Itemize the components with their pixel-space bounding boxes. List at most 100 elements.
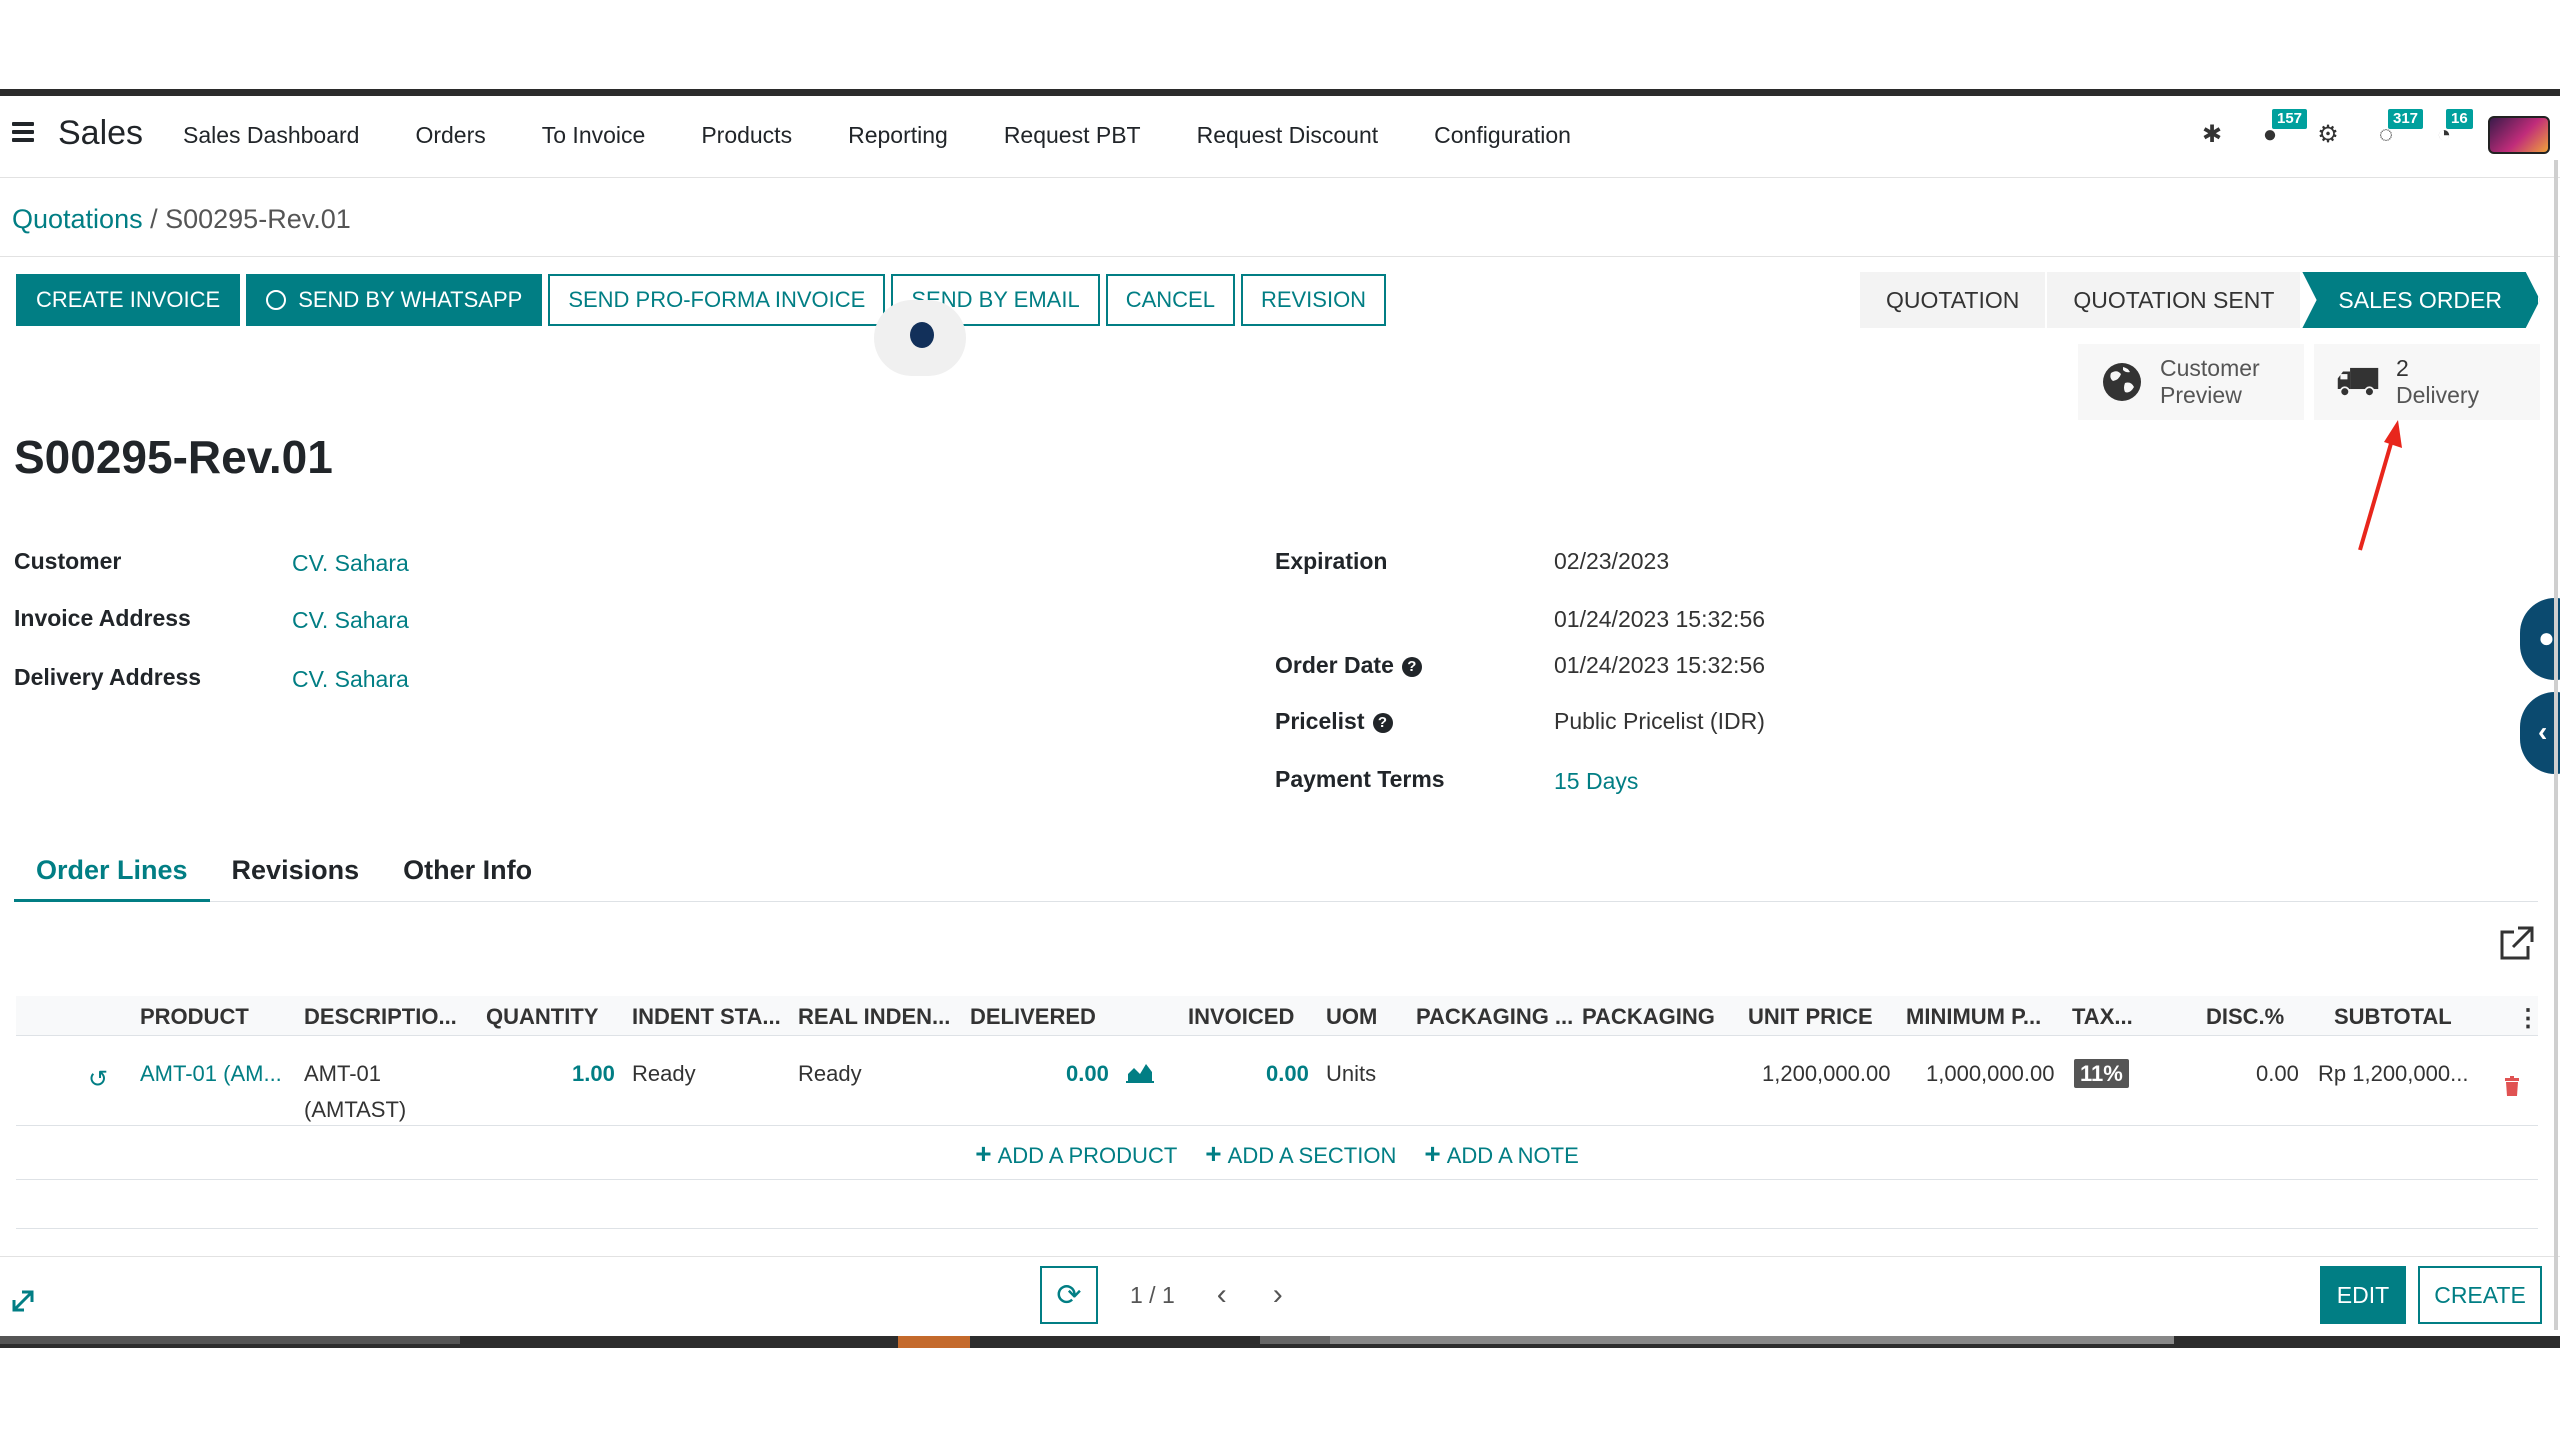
- help-icon[interactable]: ?: [1401, 657, 1422, 677]
- breadcrumb-quotations[interactable]: Quotations: [12, 204, 143, 234]
- menu-request-discount[interactable]: Request Discount: [1197, 122, 1379, 149]
- col-indent-status[interactable]: INDENT STA...: [632, 1004, 781, 1030]
- plus-icon: +: [1205, 1137, 1222, 1169]
- revision-button[interactable]: REVISION: [1240, 274, 1387, 326]
- clock-icon[interactable]: ◔ 16: [2430, 109, 2473, 149]
- truck-icon: [2336, 360, 2380, 404]
- col-delivered[interactable]: DELIVERED: [970, 1004, 1096, 1030]
- chevron-left-icon[interactable]: ‹: [1217, 1278, 1227, 1312]
- row-quantity[interactable]: 1.00: [572, 1056, 615, 1092]
- window-top-bar: [0, 89, 2560, 96]
- optional-columns-icon[interactable]: ⋮: [2516, 1004, 2540, 1033]
- expand-icon[interactable]: [8, 1286, 38, 1316]
- taskbar-segment: [1260, 1336, 1330, 1344]
- tab-other-info[interactable]: Other Info: [381, 850, 554, 902]
- taskbar-segment: [898, 1336, 970, 1348]
- help-icon[interactable]: ?: [1372, 713, 1393, 733]
- table-row[interactable]: ↺ AMT-01 (AM... AMT-01 (AMTAST) 1.00 Read…: [16, 1038, 2538, 1126]
- edit-button[interactable]: EDIT: [2320, 1266, 2406, 1324]
- col-invoiced[interactable]: INVOICED: [1188, 1004, 1294, 1030]
- send-by-whatsapp-label: SEND BY WHATSAPP: [298, 287, 523, 312]
- col-uom[interactable]: UOM: [1326, 1004, 1377, 1030]
- delivery-label: Delivery: [2396, 382, 2480, 408]
- pager-value[interactable]: 1 / 1: [1130, 1282, 1175, 1309]
- col-discount[interactable]: DISC.%: [2206, 1004, 2284, 1030]
- expiration-value[interactable]: 02/23/2023: [1554, 548, 1669, 575]
- menu-orders[interactable]: Orders: [415, 122, 485, 149]
- add-a-product-link[interactable]: + ADD A PRODUCT: [975, 1138, 1177, 1170]
- customer-label: Customer: [14, 548, 122, 574]
- col-minimum-price[interactable]: MINIMUM P...: [1906, 1004, 2041, 1030]
- globe-icon: [2100, 360, 2144, 404]
- menu-configuration[interactable]: Configuration: [1434, 122, 1571, 149]
- col-description[interactable]: DESCRIPTIO...: [304, 1004, 457, 1030]
- invoice-address-value[interactable]: CV. Sahara: [292, 607, 409, 634]
- systray: ✱ ● 157 ⚙ ◌ 317 ◔ 16: [2198, 109, 2550, 158]
- row-indent-status: Ready: [632, 1061, 696, 1086]
- chevron-left-icon: ‹: [2538, 716, 2548, 747]
- customer-preview-line1: Customer: [2160, 355, 2260, 381]
- revision-history-icon[interactable]: ↺: [88, 1062, 108, 1098]
- menu-to-invoice[interactable]: To Invoice: [542, 122, 646, 149]
- row-tax[interactable]: 11%: [2074, 1056, 2129, 1092]
- row-discount[interactable]: 0.00: [2256, 1056, 2299, 1092]
- hamburger-menu-icon[interactable]: [12, 122, 34, 142]
- row-minimum-price: 1,000,000.00: [1926, 1061, 2055, 1086]
- payment-terms-label: Payment Terms: [1275, 766, 1445, 792]
- row-unit-price[interactable]: 1,200,000.00: [1762, 1056, 1890, 1092]
- customer-preview-button[interactable]: Customer Preview: [2078, 344, 2304, 420]
- stage-quotation-sent[interactable]: QUOTATION SENT: [2047, 272, 2303, 328]
- col-quantity[interactable]: QUANTITY: [486, 1004, 598, 1030]
- cursor-dot: [910, 322, 934, 348]
- menu-request-pbt[interactable]: Request PBT: [1004, 122, 1141, 149]
- row-description-line1: AMT-01: [304, 1061, 382, 1086]
- tab-revisions[interactable]: Revisions: [210, 850, 382, 902]
- menu-products[interactable]: Products: [701, 122, 792, 149]
- app-name[interactable]: Sales: [58, 114, 143, 153]
- col-unit-price[interactable]: UNIT PRICE: [1748, 1004, 1873, 1030]
- col-packaging-qty[interactable]: PACKAGING ...: [1416, 1004, 1573, 1030]
- menu-reporting[interactable]: Reporting: [848, 122, 948, 149]
- tab-order-lines[interactable]: Order Lines: [14, 850, 210, 902]
- chat-icon[interactable]: ● 157: [2256, 109, 2308, 149]
- col-real-indent[interactable]: REAL INDEN...: [798, 1004, 950, 1030]
- pricelist-value[interactable]: Public Pricelist (IDR): [1554, 708, 1765, 735]
- customer-value[interactable]: CV. Sahara: [292, 550, 409, 577]
- whatsapp-icon: [266, 290, 287, 310]
- menu-sales-dashboard[interactable]: Sales Dashboard: [183, 122, 359, 149]
- forecast-chart-icon[interactable]: [1126, 1060, 1154, 1084]
- col-product[interactable]: PRODUCT: [140, 1004, 249, 1030]
- invoice-address-label: Invoice Address: [14, 605, 191, 631]
- col-subtotal[interactable]: SUBTOTAL: [2334, 1004, 2452, 1030]
- gear-icon[interactable]: ⚙: [2314, 121, 2342, 149]
- status-bar: QUOTATION QUOTATION SENT SALES ORDER: [1860, 272, 2540, 328]
- create-invoice-button[interactable]: CREATE INVOICE: [16, 274, 241, 326]
- trash-icon[interactable]: [2504, 1076, 2520, 1096]
- send-by-whatsapp-button[interactable]: SEND BY WHATSAPP: [246, 274, 543, 326]
- stage-quotation[interactable]: QUOTATION: [1860, 272, 2048, 328]
- payment-terms-value[interactable]: 15 Days: [1554, 768, 1638, 795]
- avatar[interactable]: [2488, 116, 2550, 154]
- taskbar-segment: [1330, 1336, 2174, 1344]
- bug-icon[interactable]: ✱: [2198, 121, 2226, 149]
- whatsapp-icon[interactable]: ◌ 317: [2372, 109, 2424, 149]
- col-tax[interactable]: TAX...: [2072, 1004, 2133, 1030]
- breadcrumb: Quotations / S00295-Rev.01: [12, 204, 351, 235]
- col-packaging[interactable]: PACKAGING: [1582, 1004, 1715, 1030]
- create-button[interactable]: CREATE: [2418, 1266, 2542, 1324]
- delivery-button[interactable]: 2 Delivery: [2314, 344, 2540, 420]
- external-link-icon[interactable]: [2496, 924, 2536, 964]
- add-a-note-link[interactable]: + ADD A NOTE: [1424, 1138, 1578, 1170]
- page-scrollbar[interactable]: [2554, 160, 2558, 1330]
- smart-buttons: Customer Preview 2 Delivery: [2078, 344, 2540, 420]
- add-a-section-link[interactable]: + ADD A SECTION: [1205, 1138, 1396, 1170]
- order-date-value[interactable]: 01/24/2023 15:32:56: [1554, 652, 1765, 679]
- send-pro-forma-invoice-button[interactable]: SEND PRO-FORMA INVOICE: [548, 274, 886, 326]
- main-navbar: Sales Sales Dashboard Orders To Invoice …: [0, 96, 2560, 178]
- reload-icon[interactable]: ⟳: [1040, 1266, 1098, 1324]
- row-product[interactable]: AMT-01 (AM...: [140, 1056, 282, 1092]
- cancel-button[interactable]: CANCEL: [1105, 274, 1235, 326]
- chevron-right-icon[interactable]: ›: [1273, 1278, 1283, 1312]
- stage-sales-order[interactable]: SALES ORDER: [2302, 272, 2540, 328]
- delivery-address-value[interactable]: CV. Sahara: [292, 666, 409, 693]
